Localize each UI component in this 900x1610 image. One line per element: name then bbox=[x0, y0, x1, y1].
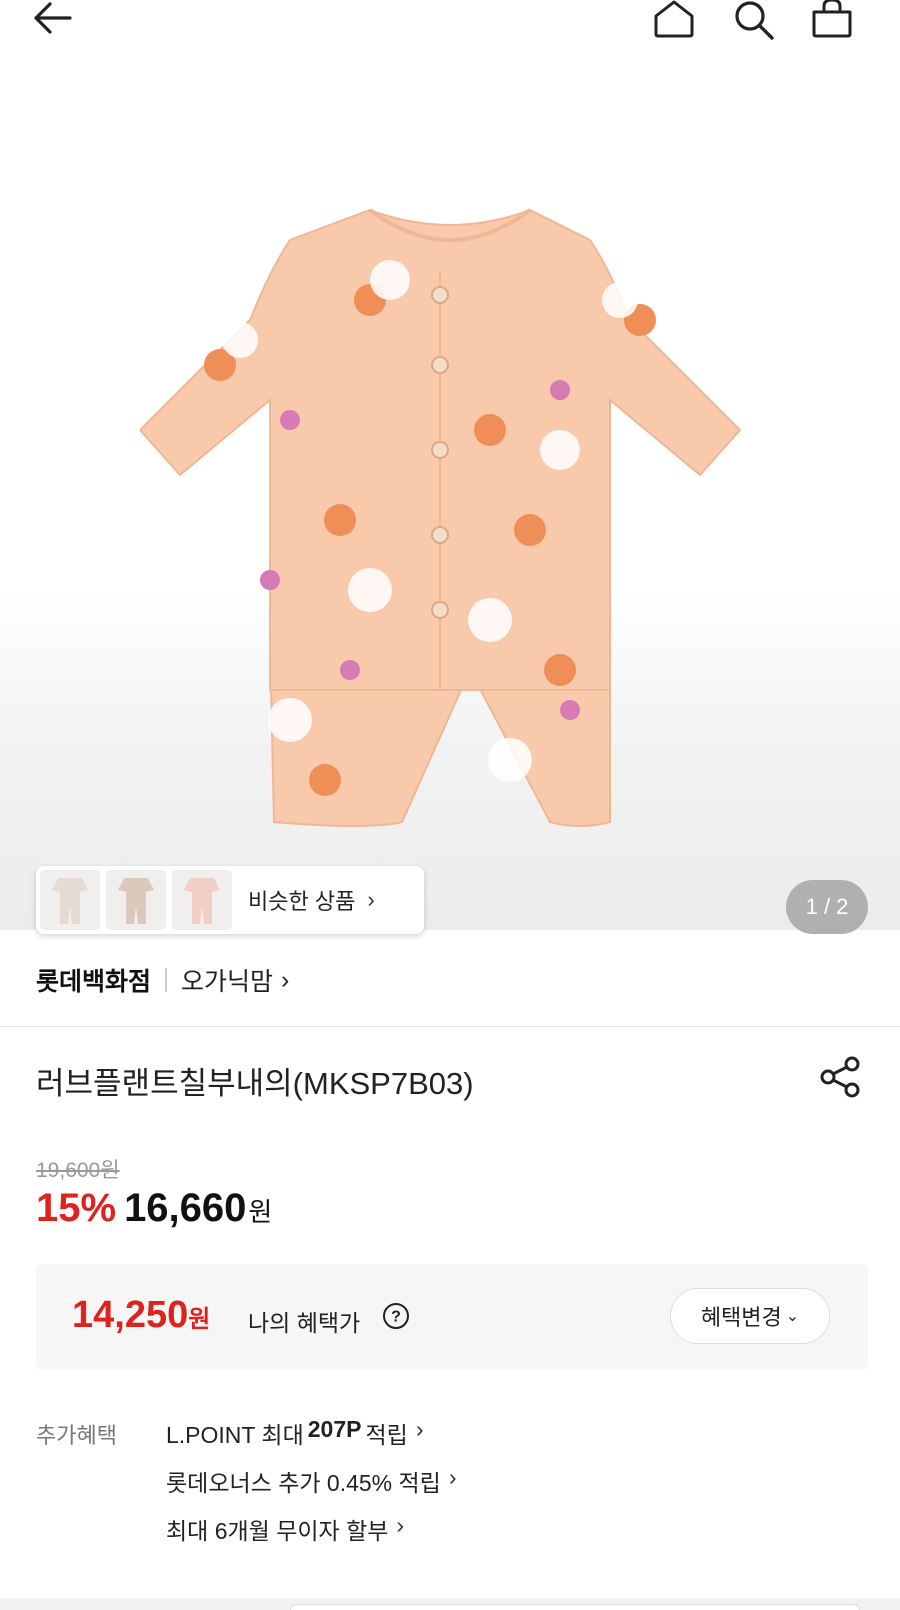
similar-product-thumbnail bbox=[40, 870, 100, 930]
benefit-item-installment[interactable]: 최대 6개월 무이자 할부 › bbox=[166, 1512, 457, 1560]
chevron-right-icon: › bbox=[415, 1416, 424, 1442]
section-divider bbox=[0, 1026, 900, 1027]
sale-price: 16,660 bbox=[124, 1186, 247, 1230]
change-benefit-button[interactable]: 혜택변경 ⌄ bbox=[670, 1288, 830, 1344]
store-name[interactable]: 롯데백화점 bbox=[36, 962, 151, 998]
question-circle-icon: ? bbox=[383, 1303, 409, 1329]
similar-products-button[interactable]: 비슷한 상품 › bbox=[36, 866, 424, 934]
benefit-price-label: 나의 혜택가 bbox=[248, 1310, 361, 1336]
benefit-price: 14,250원 bbox=[72, 1294, 210, 1337]
svg-text:?: ? bbox=[391, 1309, 401, 1326]
home-icon bbox=[654, 0, 694, 38]
divider bbox=[165, 968, 168, 992]
share-button[interactable] bbox=[820, 1056, 862, 1098]
brand-link[interactable]: 오가닉맘 bbox=[181, 962, 273, 998]
benefit-price-value: 14,250 bbox=[72, 1294, 189, 1336]
cart-button[interactable] bbox=[810, 0, 858, 40]
benefit-price-unit: 원 bbox=[188, 1306, 211, 1333]
discount-rate: 15% bbox=[36, 1186, 117, 1230]
home-button[interactable] bbox=[652, 0, 696, 40]
shopping-bag-icon bbox=[812, 0, 852, 38]
similar-product-thumbnail bbox=[106, 870, 166, 930]
help-button[interactable]: ? bbox=[382, 1302, 410, 1330]
chevron-right-icon: › bbox=[448, 1464, 457, 1490]
image-page-indicator: 1 / 2 bbox=[786, 880, 868, 934]
chevron-right-icon: › bbox=[281, 965, 290, 994]
original-price: 19,600원 bbox=[36, 1159, 120, 1182]
search-button[interactable] bbox=[732, 0, 780, 40]
product-image bbox=[140, 208, 742, 827]
similar-products-label: 비슷한 상품 bbox=[248, 889, 356, 914]
search-icon bbox=[735, 1, 774, 40]
benefit-item-lpoint[interactable]: L.POINT 최대 207P 적립 › bbox=[166, 1416, 457, 1464]
share-icon bbox=[820, 1056, 860, 1098]
arrow-left-icon bbox=[34, 2, 72, 34]
benefit-item-lotte-owners[interactable]: 롯데오너스 추가 0.45% 적립 › bbox=[166, 1464, 457, 1512]
similar-product-thumbnail bbox=[172, 870, 232, 930]
product-image-gallery[interactable]: 비슷한 상품 › 1 / 2 bbox=[0, 40, 900, 934]
price-row: 15% 16,660 원 bbox=[36, 1186, 272, 1231]
change-benefit-label: 혜택변경 bbox=[700, 1305, 782, 1330]
brand-row: 롯데백화점 오가닉맘 › bbox=[36, 960, 289, 1000]
chevron-right-icon: › bbox=[367, 887, 375, 912]
chevron-right-icon: › bbox=[396, 1512, 405, 1538]
benefit-price-box: 14,250원 나의 혜택가 ? 혜택변경 ⌄ bbox=[36, 1264, 868, 1370]
price-unit: 원 bbox=[248, 1197, 273, 1227]
chevron-down-icon: ⌄ bbox=[785, 1308, 800, 1325]
product-title: 러브플랜트칠부내의(MKSP7B03) bbox=[36, 1066, 474, 1101]
extra-benefits-label: 추가혜택 bbox=[36, 1423, 117, 1448]
extra-benefits-list: L.POINT 최대 207P 적립 › 롯데오너스 추가 0.45% 적립 ›… bbox=[166, 1416, 457, 1560]
back-button[interactable] bbox=[30, 0, 78, 40]
bottom-tab-edge bbox=[290, 1604, 860, 1610]
